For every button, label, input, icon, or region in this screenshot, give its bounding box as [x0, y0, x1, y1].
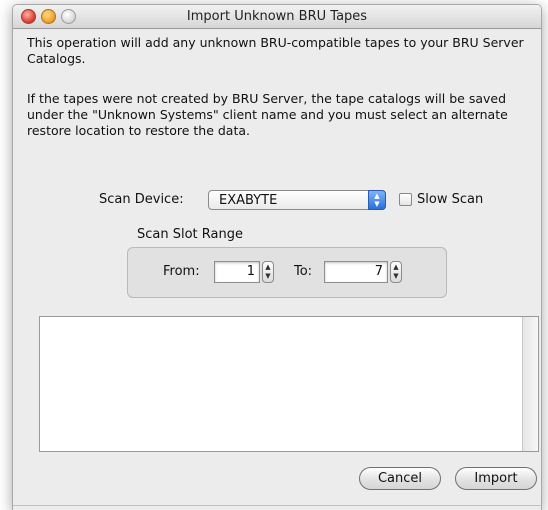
scan-device-popup[interactable]: EXABYTE ▲ ▼: [208, 190, 386, 210]
scan-device-label: Scan Device:: [99, 192, 184, 207]
scan-slot-range-group: From: 1 ▲ ▼ To: 7 ▲ ▼: [127, 247, 447, 298]
from-slot-stepper[interactable]: ▲ ▼: [262, 261, 274, 283]
from-label: From:: [163, 264, 200, 279]
to-label: To:: [294, 264, 313, 279]
vertical-scrollbar[interactable]: [522, 317, 538, 451]
scan-slot-range-title: Scan Slot Range: [137, 227, 243, 242]
slow-scan-label[interactable]: Slow Scan: [417, 192, 483, 207]
import-dialog-window: Import Unknown BRU Tapes This operation …: [12, 4, 542, 510]
window-bottom-divider: [13, 505, 541, 506]
scan-results-list[interactable]: [39, 316, 539, 452]
window-title: Import Unknown BRU Tapes: [186, 9, 368, 24]
description-paragraph-1: This operation will add any unknown BRU-…: [27, 35, 524, 66]
description-paragraph-2: If the tapes were not created by BRU Ser…: [27, 91, 508, 138]
from-slot-input[interactable]: 1: [214, 261, 260, 283]
slow-scan-checkbox[interactable]: [399, 193, 412, 206]
title-bar[interactable]: Import Unknown BRU Tapes: [13, 5, 541, 29]
scan-device-value: EXABYTE: [219, 193, 278, 208]
popup-arrows-icon: ▲ ▼: [368, 190, 386, 210]
cancel-button[interactable]: Cancel: [359, 467, 441, 490]
import-button[interactable]: Import: [455, 467, 537, 490]
to-slot-input[interactable]: 7: [324, 261, 388, 283]
to-slot-stepper[interactable]: ▲ ▼: [390, 261, 402, 283]
